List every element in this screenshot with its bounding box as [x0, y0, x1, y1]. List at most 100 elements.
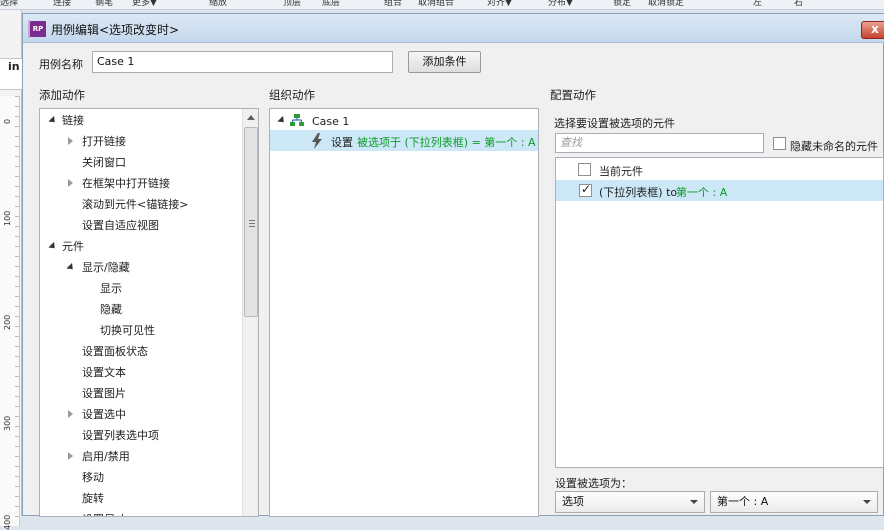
action-tree-item[interactable]: 元件: [40, 236, 242, 257]
toolbar-top-button[interactable]: 顶层: [283, 0, 301, 9]
action-tree-label: 链接: [62, 114, 84, 127]
action-tree-item[interactable]: 设置图片: [40, 383, 242, 404]
widget-row-current[interactable]: 当前元件: [556, 159, 883, 180]
action-tree-label: 隐藏: [100, 303, 122, 316]
toolbar-bottom-button[interactable]: 底层: [322, 0, 340, 9]
select-type-value: 选项: [562, 495, 584, 508]
action-tree-label: 设置图片: [82, 387, 126, 400]
action-tree-item[interactable]: 链接: [40, 110, 242, 131]
toolbar-distribute-button[interactable]: 分布▼: [548, 0, 573, 9]
expand-icon[interactable]: [68, 410, 73, 418]
action-tree-label: 设置选中: [82, 408, 126, 421]
action-tree-label: 在框架中打开链接: [82, 177, 170, 190]
toolbar-right-button[interactable]: 右: [794, 0, 803, 9]
action-tree-item[interactable]: 在框架中打开链接: [40, 173, 242, 194]
case-label[interactable]: Case 1: [312, 115, 349, 128]
action-tree-item[interactable]: 移动: [40, 467, 242, 488]
action-tree-label: 设置文本: [82, 366, 126, 379]
chevron-down-icon: [690, 500, 698, 504]
case-editor-dialog: RP 用例编辑<选项改变时> x 用例名称 Case 1 添加条件 添加动作 组…: [22, 13, 884, 517]
organize-action-header: 组织动作: [269, 88, 315, 102]
collapse-icon[interactable]: [66, 262, 76, 273]
close-button[interactable]: x: [861, 21, 884, 39]
widget-search-input[interactable]: 查找: [555, 133, 764, 153]
toolbar-zoom-button[interactable]: 缩放: [209, 0, 227, 9]
action-tree-label: 显示/隐藏: [82, 261, 130, 274]
action-tree-item[interactable]: 关闭窗口: [40, 152, 242, 173]
toolbar-align-button[interactable]: 对齐▼: [487, 0, 512, 9]
expand-icon[interactable]: [68, 137, 73, 145]
hide-unnamed-label: 隐藏未命名的元件: [790, 140, 878, 153]
toolbar-lock-button[interactable]: 锁定: [613, 0, 631, 9]
select-type-dropdown[interactable]: 选项: [555, 491, 705, 513]
ruler-label: 300: [3, 415, 12, 431]
widget-label: (下拉列表框) to: [599, 186, 678, 199]
scroll-thumb[interactable]: [244, 127, 258, 317]
action-tree-label: 移动: [82, 471, 104, 484]
hide-unnamed-checkbox[interactable]: [773, 137, 786, 150]
widget-label: 当前元件: [599, 165, 643, 178]
action-tree-item[interactable]: 设置自适应视图: [40, 215, 242, 236]
dialog-titlebar[interactable]: RP 用例编辑<选项改变时> x: [23, 14, 884, 43]
action-tree-item[interactable]: 设置列表选中项: [40, 425, 242, 446]
action-tree-label: 设置面板状态: [82, 345, 148, 358]
toolbar-select-button[interactable]: 选择: [0, 0, 18, 9]
select-option-dropdown[interactable]: 第一个 : A: [710, 491, 878, 513]
add-action-header: 添加动作: [39, 88, 85, 102]
close-icon: x: [871, 22, 879, 36]
toolbar-more-button[interactable]: 更多▼: [132, 0, 157, 9]
action-tree-item[interactable]: 启用/禁用: [40, 446, 242, 467]
widget-list-panel: 当前元件 (下拉列表框) to 第一个 : A: [555, 157, 884, 468]
configure-action-header: 配置动作: [550, 88, 596, 102]
action-tree-item[interactable]: 设置面板状态: [40, 341, 242, 362]
toolbar-connect-button[interactable]: 连接: [53, 0, 71, 9]
action-tree-label: 元件: [62, 240, 84, 253]
toolbar-unlock-button[interactable]: 取消锁定: [648, 0, 684, 9]
action-tree-item[interactable]: 打开链接: [40, 131, 242, 152]
widget-checkbox-checked[interactable]: [579, 182, 592, 197]
case-icon: [290, 114, 304, 126]
toolbar-ungroup-button[interactable]: 取消组合: [418, 0, 454, 9]
action-tree-item[interactable]: 隐藏: [40, 299, 242, 320]
ruler-label: 100: [3, 210, 12, 226]
editor-background: in 0 100 200 300 400: [0, 10, 22, 530]
action-tree-item[interactable]: 显示: [40, 278, 242, 299]
add-condition-button[interactable]: 添加条件: [408, 51, 481, 73]
lightning-icon: [312, 133, 322, 149]
action-tree-item[interactable]: 切换可见性: [40, 320, 242, 341]
widget-row-dropdown[interactable]: (下拉列表框) to 第一个 : A: [556, 180, 883, 201]
vertical-ruler: 0 100 200 300 400: [0, 96, 20, 530]
action-prefix: 设置: [331, 136, 353, 149]
ruler-label: 0: [3, 118, 12, 124]
action-tree-scrollbar[interactable]: [242, 109, 258, 516]
action-tree-item[interactable]: 显示/隐藏: [40, 257, 242, 278]
set-selected-label: 设置被选项为：: [555, 477, 632, 490]
action-detail: 被选项于 (下拉列表框) = 第一个 : A: [357, 136, 536, 149]
toolbar-pen-button[interactable]: 钢笔: [95, 0, 113, 9]
action-tree-item[interactable]: 旋转: [40, 488, 242, 509]
action-tree-item[interactable]: 滚动到元件<锚链接>: [40, 194, 242, 215]
expand-icon[interactable]: [68, 179, 73, 187]
widget-checkbox[interactable]: [578, 163, 591, 176]
collapse-icon[interactable]: [48, 241, 58, 252]
action-tree-item[interactable]: 设置选中: [40, 404, 242, 425]
scroll-up-icon[interactable]: [247, 115, 255, 120]
action-row[interactable]: 设置 被选项于 (下拉列表框) = 第一个 : A: [270, 130, 538, 151]
action-tree-item[interactable]: 设置文本: [40, 362, 242, 383]
organize-action-panel: Case 1 设置 被选项于 (下拉列表框) = 第一个 : A: [269, 108, 539, 517]
case-name-input[interactable]: Case 1: [92, 51, 393, 73]
action-tree-label: 设置自适应视图: [82, 219, 159, 232]
expand-icon[interactable]: [68, 452, 73, 460]
collapse-case-icon[interactable]: [277, 115, 287, 126]
action-tree-label: 切换可见性: [100, 324, 155, 337]
select-option-value: 第一个 : A: [717, 495, 769, 508]
top-toolbar: 选择 连接 钢笔 更多▼ 缩放 顶层 底层 组合 取消组合 对齐▼ 分布▼ 锁定 取消锁定 左 右: [0, 0, 884, 10]
action-tree-label: 旋转: [82, 492, 104, 505]
action-tree-label: 滚动到元件<锚链接>: [82, 198, 189, 211]
action-tree-label: 关闭窗口: [82, 156, 126, 169]
collapse-icon[interactable]: [48, 115, 58, 126]
toolbar-left-button[interactable]: 左: [753, 0, 762, 9]
action-tree-label: 打开链接: [82, 135, 126, 148]
toolbar-group-button[interactable]: 组合: [384, 0, 402, 9]
page-tab-label: in: [8, 60, 20, 73]
